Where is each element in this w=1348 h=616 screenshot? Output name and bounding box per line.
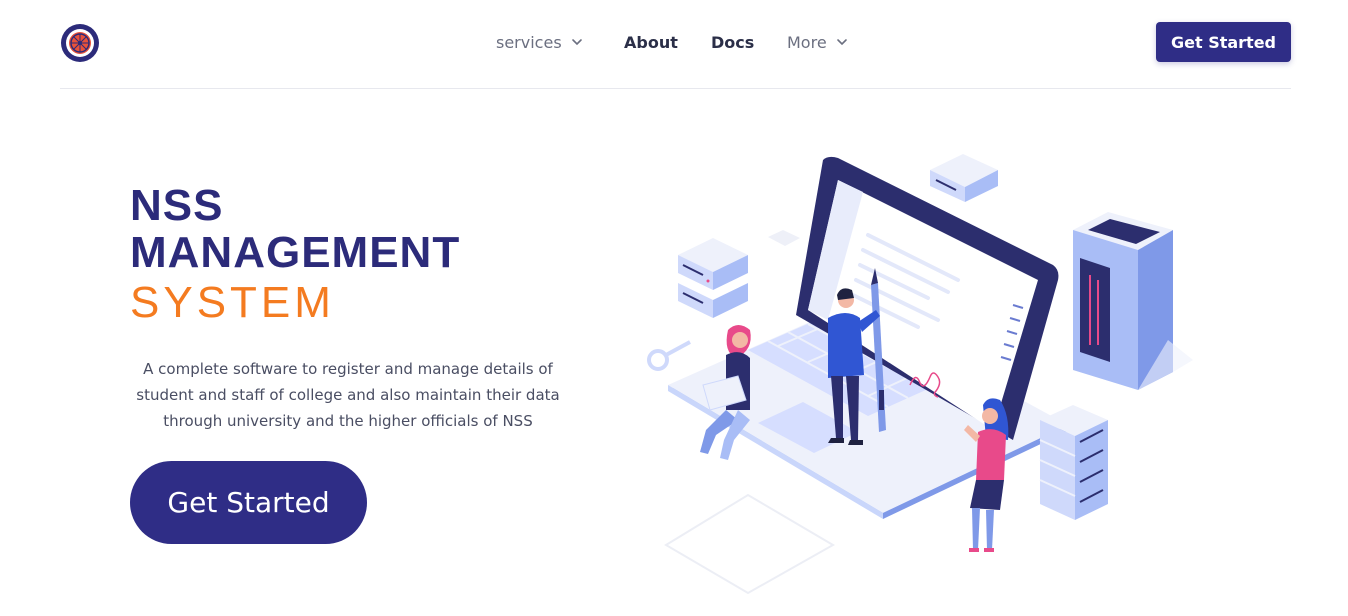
- chevron-down-icon: [571, 39, 582, 46]
- nav-about[interactable]: About: [624, 31, 678, 53]
- nss-logo-icon[interactable]: [60, 23, 100, 63]
- nav-docs-label: Docs: [711, 32, 755, 52]
- hero-title-line2: MANAGEMENT: [130, 228, 461, 277]
- hero-title: NSS MANAGEMENT SYSTEM: [130, 182, 460, 330]
- get-started-nav-button[interactable]: Get Started: [1156, 22, 1291, 62]
- nav-services[interactable]: services: [496, 31, 584, 53]
- get-started-hero-button[interactable]: Get Started: [130, 461, 367, 544]
- chevron-down-icon: [836, 39, 847, 46]
- nav-more-label: More: [787, 32, 827, 52]
- nav-about-label: About: [624, 32, 678, 52]
- hero-description: A complete software to register and mana…: [136, 360, 560, 430]
- nav-more[interactable]: More: [787, 31, 849, 53]
- hero-title-line1: NSS: [130, 181, 224, 230]
- hero-illustration: [647, 154, 1193, 595]
- hero-title-line3: SYSTEM: [130, 278, 335, 327]
- nav-docs[interactable]: Docs: [711, 31, 754, 53]
- nav-services-label: services: [496, 32, 562, 52]
- top-navbar: services About Docs More Get Started: [60, 0, 1291, 89]
